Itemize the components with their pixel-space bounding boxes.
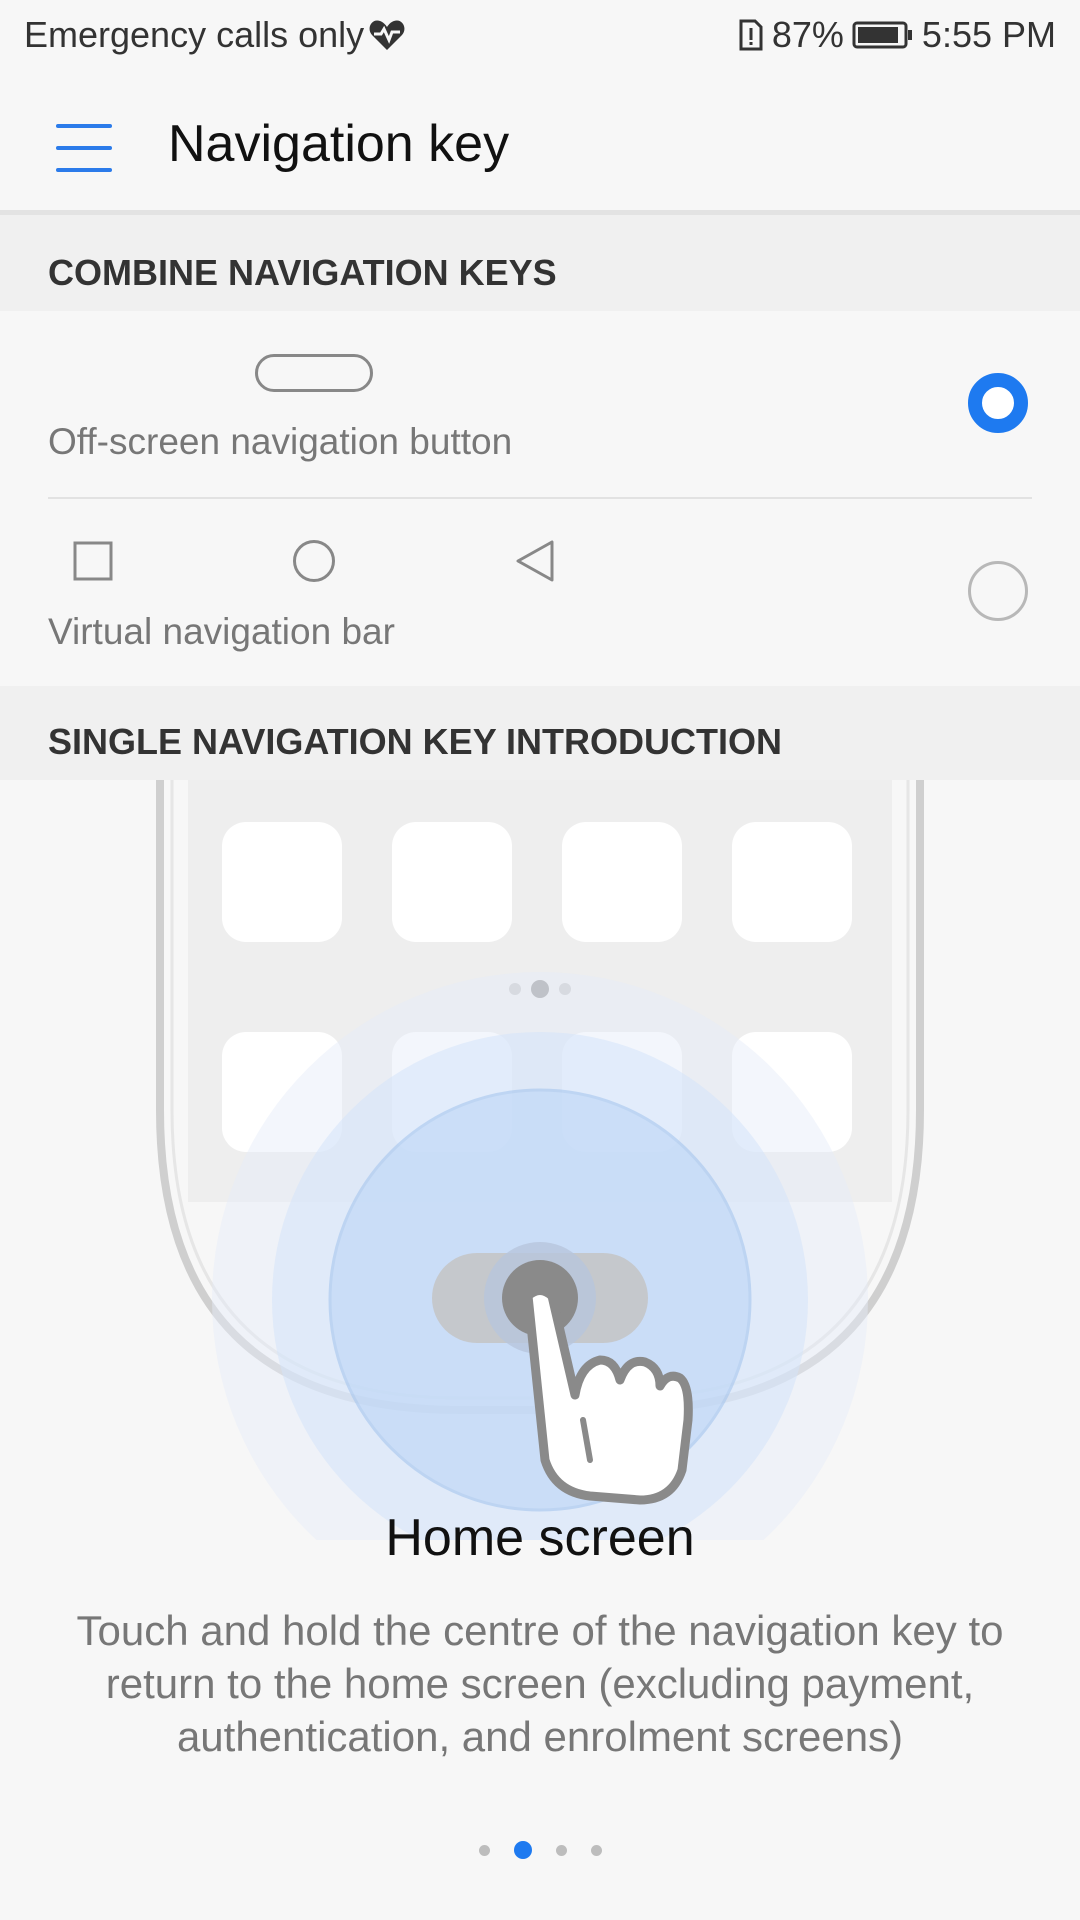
- page-indicator: [0, 1840, 1080, 1860]
- battery-icon: [852, 21, 912, 49]
- option-off-screen-navigation-button[interactable]: Off-screen navigation button: [0, 311, 1080, 499]
- menu-icon-bar: [56, 146, 112, 150]
- carrier-text: Emergency calls only: [24, 14, 365, 55]
- menu-button[interactable]: [48, 112, 120, 184]
- page-dot[interactable]: [555, 1844, 567, 1856]
- radio-off-screen-navigation-button[interactable]: [968, 373, 1028, 433]
- status-bar: Emergency calls only 87% 5:55 PM: [0, 0, 1080, 74]
- page-dot[interactable]: [590, 1844, 602, 1856]
- recent-apps-icon: [73, 541, 113, 581]
- section-header-combine: COMBINE NAVIGATION KEYS: [0, 215, 1080, 311]
- navigation-pill-icon: [255, 354, 373, 392]
- page-dot-active[interactable]: [513, 1841, 532, 1859]
- clock: 5:55 PM: [921, 14, 1056, 55]
- back-icon: [516, 540, 554, 582]
- status-right: 87% 5:55 PM: [738, 14, 1056, 56]
- status-left: Emergency calls only: [24, 14, 406, 56]
- section-header-introduction: SINGLE NAVIGATION KEY INTRODUCTION: [0, 686, 1080, 780]
- home-icon: [293, 540, 335, 582]
- phone-illustration: [156, 780, 924, 1540]
- intro-title: Home screen: [385, 1509, 695, 1567]
- sim-alert-icon: [739, 19, 763, 51]
- option-label: Virtual navigation bar: [48, 611, 395, 652]
- menu-icon: [56, 124, 112, 128]
- navigation-key-illustration: [0, 780, 1080, 1540]
- intro-description: Touch and hold the centre of the navigat…: [76, 1607, 1004, 1760]
- radio-virtual-navigation-bar[interactable]: [968, 561, 1028, 621]
- page-dot[interactable]: [478, 1844, 490, 1856]
- heart-rate-icon: [369, 20, 405, 50]
- app-bar: Navigation key: [0, 74, 1080, 215]
- page-title: Navigation key: [168, 115, 510, 173]
- battery-percent: 87%: [771, 14, 844, 55]
- navigation-options-list: Off-screen navigation button Virtual nav…: [0, 311, 1080, 686]
- option-virtual-navigation-bar[interactable]: Virtual navigation bar: [0, 499, 1080, 686]
- menu-icon-bar: [56, 168, 112, 172]
- option-label: Off-screen navigation button: [48, 421, 513, 462]
